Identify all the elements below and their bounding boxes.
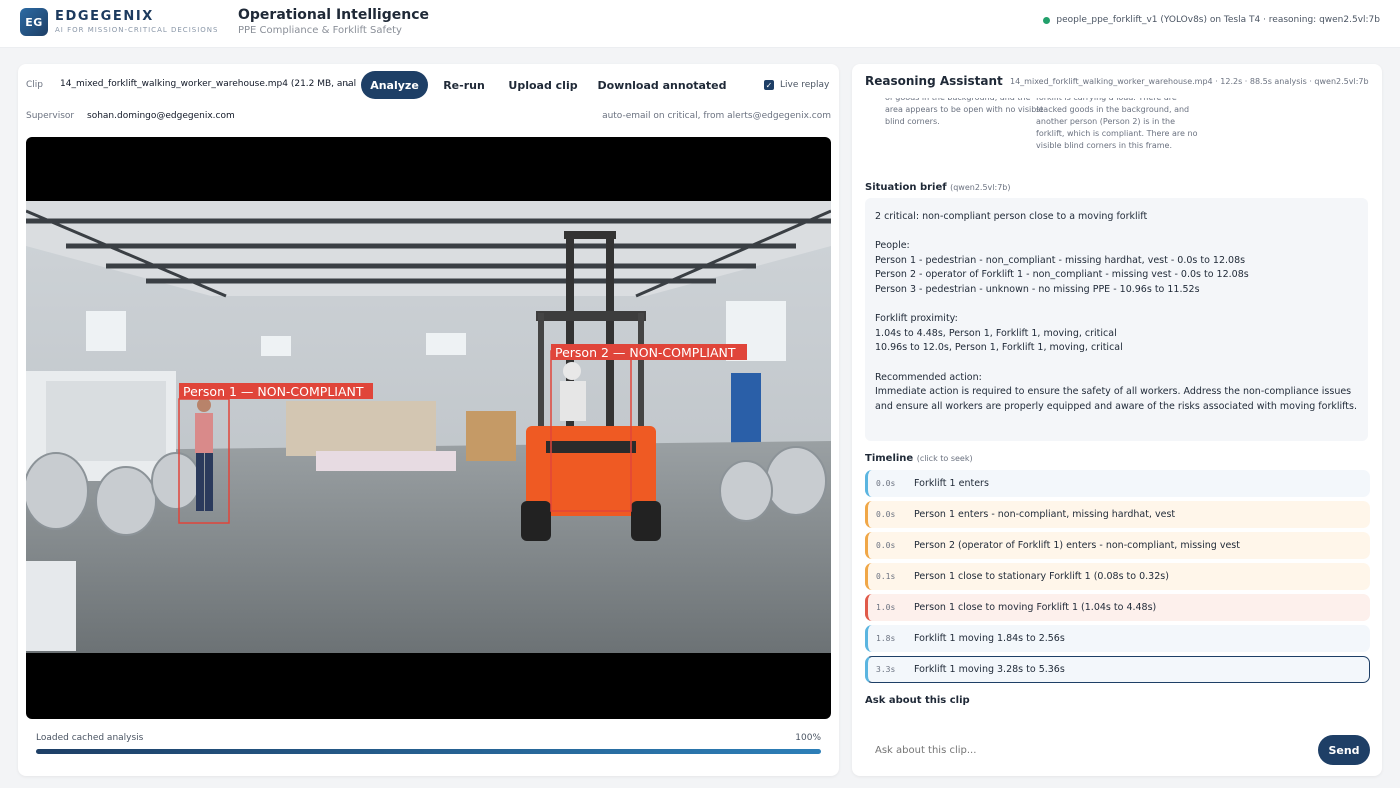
brand-name: EDGEGENIX bbox=[55, 9, 154, 24]
clip-select[interactable]: 14_mixed_forklift_walking_worker_warehou… bbox=[56, 73, 356, 97]
timeline-hint: (click to seek) bbox=[916, 454, 973, 463]
timeline-item[interactable]: 0.0s Person 2 (operator of Forklift 1) e… bbox=[865, 532, 1370, 559]
logo-icon: EG bbox=[20, 8, 48, 36]
frame-note-right: forklift is carrying a load. There are s… bbox=[1036, 98, 1198, 150]
progress-bar bbox=[36, 749, 821, 754]
app-header: EG EDGEGENIX AI FOR MISSION-CRITICAL DEC… bbox=[0, 0, 1400, 48]
timeline-item[interactable]: 0.0s Person 1 enters - non-compliant, mi… bbox=[865, 501, 1370, 528]
send-button[interactable]: Send bbox=[1318, 735, 1370, 765]
timeline-text: Person 1 close to stationary Forklift 1 … bbox=[914, 571, 1169, 582]
model-status-text: people_ppe_forklift_v1 (YOLOv8s) on Tesl… bbox=[1056, 15, 1380, 25]
timeline-text: Person 1 close to moving Forklift 1 (1.0… bbox=[914, 602, 1157, 613]
video-frame: Person 1 — NON-COMPLIANT Person 2 — NON-… bbox=[26, 201, 831, 653]
clip-select-value: 14_mixed_forklift_walking_worker_warehou… bbox=[60, 79, 356, 89]
download-annotated-button[interactable]: Download annotated bbox=[593, 71, 731, 99]
timeline-text: Forklift 1 moving 3.28s to 5.36s bbox=[914, 664, 1065, 675]
timeline-item-selected[interactable]: 3.3s Forklift 1 moving 3.28s to 5.36s bbox=[865, 656, 1370, 683]
model-status: people_ppe_forklift_v1 (YOLOv8s) on Tesl… bbox=[1043, 15, 1380, 25]
assistant-scroll-area[interactable]: of goods in the background, and the area… bbox=[852, 98, 1382, 738]
assistant-title: Reasoning Assistant bbox=[865, 74, 1003, 88]
video-panel: Clip 14_mixed_forklift_walking_worker_wa… bbox=[18, 64, 839, 776]
supervisor-email-field[interactable]: sohan.domingo@edgegenix.com bbox=[87, 111, 235, 121]
timeline-item[interactable]: 0.0s Forklift 1 enters bbox=[865, 470, 1370, 497]
live-replay-toggle[interactable]: ✓ Live replay bbox=[764, 80, 829, 90]
checkbox-checked-icon[interactable]: ✓ bbox=[764, 80, 774, 90]
timeline-item[interactable]: 0.1s Person 1 close to stationary Forkli… bbox=[865, 563, 1370, 590]
status-dot-icon bbox=[1043, 16, 1051, 24]
situation-brief-heading: Situation brief (qwen2.5vl:7b) bbox=[865, 182, 1011, 193]
timeline-item[interactable]: 1.8s Forklift 1 moving 1.84s to 2.56s bbox=[865, 625, 1370, 652]
analyze-button[interactable]: Analyze bbox=[361, 71, 428, 99]
auto-email-note: auto-email on critical, from alerts@edge… bbox=[602, 111, 831, 121]
supervisor-label: Supervisor bbox=[26, 111, 75, 121]
timeline-time: 0.0s bbox=[876, 479, 896, 488]
timeline-time: 0.0s bbox=[876, 510, 896, 519]
situation-brief-title: Situation brief bbox=[865, 182, 947, 193]
brand-tagline: AI FOR MISSION-CRITICAL DECISIONS bbox=[55, 26, 219, 34]
situation-brief: 2 critical: non-compliant person close t… bbox=[865, 198, 1368, 441]
ask-heading: Ask about this clip bbox=[865, 695, 970, 706]
video-player[interactable]: Person 1 — NON-COMPLIANT Person 2 — NON-… bbox=[26, 137, 831, 719]
timeline-text: Person 2 (operator of Forklift 1) enters… bbox=[914, 540, 1240, 551]
progress-bar-fill bbox=[36, 749, 821, 754]
person-1-figure bbox=[195, 398, 213, 511]
timeline-text: Person 1 enters - non-compliant, missing… bbox=[914, 509, 1176, 520]
timeline-time: 0.1s bbox=[876, 572, 896, 581]
detection-label-person-2: Person 2 — NON-COMPLIANT bbox=[555, 345, 736, 360]
rerun-button[interactable]: Re-run bbox=[436, 71, 492, 99]
page-subtitle: PPE Compliance & Forklift Safety bbox=[238, 25, 402, 36]
chevron-down-icon: ⌄ bbox=[343, 78, 352, 89]
reasoning-assistant-panel: Reasoning Assistant 14_mixed_forklift_wa… bbox=[852, 64, 1382, 776]
frame-note-left: of goods in the background, and the area… bbox=[885, 98, 1044, 126]
detection-label-person-1: Person 1 — NON-COMPLIANT bbox=[183, 384, 364, 399]
clip-label: Clip bbox=[26, 80, 43, 90]
timeline-time: 3.3s bbox=[876, 665, 896, 674]
page-title: Operational Intelligence bbox=[238, 7, 430, 23]
upload-clip-button[interactable]: Upload clip bbox=[502, 71, 584, 99]
progress-percent: 100% bbox=[795, 733, 821, 743]
timeline-time: 1.0s bbox=[876, 603, 896, 612]
timeline-time: 1.8s bbox=[876, 634, 896, 643]
timeline-item[interactable]: 1.0s Person 1 close to moving Forklift 1… bbox=[865, 594, 1370, 621]
ask-input[interactable] bbox=[865, 736, 1313, 764]
live-replay-label: Live replay bbox=[780, 80, 830, 90]
timeline-title: Timeline bbox=[865, 453, 914, 464]
assistant-meta: 14_mixed_forklift_walking_worker_warehou… bbox=[1010, 77, 1369, 86]
situation-brief-model: (qwen2.5vl:7b) bbox=[950, 183, 1011, 192]
timeline-heading: Timeline (click to seek) bbox=[865, 453, 973, 464]
timeline-text: Forklift 1 enters bbox=[914, 478, 989, 489]
progress-label: Loaded cached analysis bbox=[36, 733, 144, 743]
timeline-time: 0.0s bbox=[876, 541, 896, 550]
timeline-text: Forklift 1 moving 1.84s to 2.56s bbox=[914, 633, 1065, 644]
